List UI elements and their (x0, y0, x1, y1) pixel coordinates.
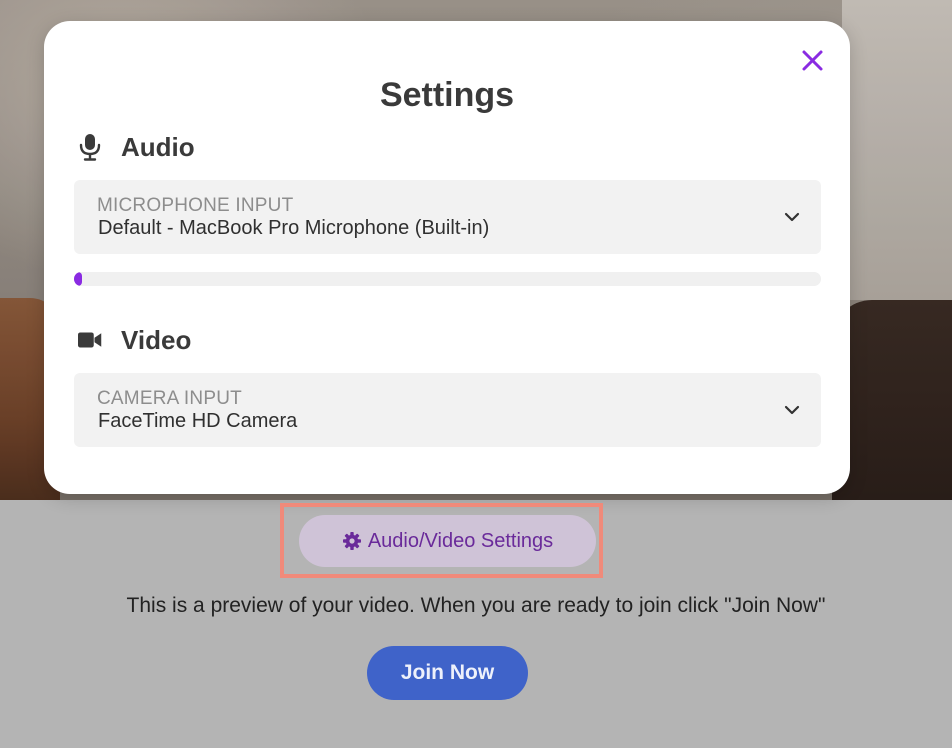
chevron-down-icon (784, 212, 800, 222)
microphone-icon (78, 133, 102, 161)
microphone-level-meter (74, 272, 821, 286)
gear-icon (342, 532, 361, 550)
audio-video-settings-label: Audio/Video Settings (367, 530, 554, 552)
audio-video-settings-button[interactable]: Audio/Video Settings (299, 515, 596, 567)
prejoin-screen: Settings Audio MICROPHONE INPUT Default … (0, 0, 952, 748)
join-now-label: Join Now (400, 661, 495, 684)
audio-heading-label: Audio (121, 132, 195, 162)
chevron-down-icon (784, 405, 800, 415)
camera-select-caption: CAMERA INPUT (97, 388, 242, 409)
microphone-select[interactable]: MICROPHONE INPUT Default - MacBook Pro M… (74, 180, 821, 254)
video-camera-icon (78, 326, 102, 354)
settings-modal: Settings Audio MICROPHONE INPUT Default … (44, 21, 850, 494)
video-section-heading: Video (78, 324, 191, 356)
preview-message: This is a preview of your video. When yo… (126, 594, 826, 617)
close-button[interactable] (796, 45, 828, 77)
modal-title: Settings (379, 76, 515, 114)
camera-select[interactable]: CAMERA INPUT FaceTime HD Camera (74, 373, 821, 447)
camera-select-value: FaceTime HD Camera (98, 410, 298, 432)
audio-section-heading: Audio (78, 131, 195, 163)
microphone-select-caption: MICROPHONE INPUT (97, 195, 294, 216)
microphone-level-fill (74, 272, 82, 286)
close-icon (802, 50, 823, 71)
join-now-button[interactable]: Join Now (367, 646, 528, 700)
video-heading-label: Video (121, 325, 192, 355)
microphone-select-value: Default - MacBook Pro Microphone (Built-… (98, 217, 490, 239)
